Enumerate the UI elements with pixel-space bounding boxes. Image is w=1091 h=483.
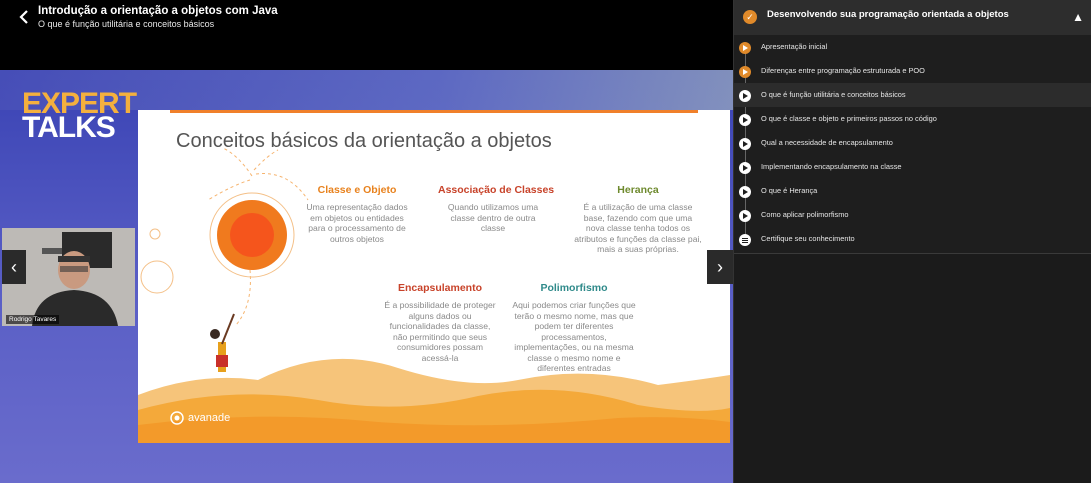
sidebar-divider	[734, 253, 1091, 254]
previous-slide-button[interactable]: ‹	[2, 250, 26, 284]
lesson-subtitle: O que é função utilitária e conceitos bá…	[38, 19, 215, 29]
next-slide-button[interactable]: ›	[707, 250, 733, 284]
concept-encapsulamento: Encapsulamento É a possibilidade de prot…	[384, 282, 496, 363]
module-title: Desenvolvendo sua programação orientada …	[767, 9, 1009, 20]
sun-illustration	[138, 147, 730, 443]
avanade-logo-text: avanade	[188, 412, 231, 424]
chevron-up-icon[interactable]: ▲	[1072, 10, 1084, 24]
lesson-label: O que é Herança	[761, 186, 818, 195]
concept-associacao-classes: Associação de Classes Quando utilizamos …	[438, 184, 555, 234]
play-icon	[739, 90, 751, 102]
concept-heranca: Herança É a utilização de uma classe bas…	[574, 184, 702, 255]
play-icon	[739, 66, 751, 78]
lesson-item[interactable]: Apresentação inicial	[734, 35, 1091, 59]
lesson-label: Implementando encapsulamento na classe	[761, 162, 902, 171]
concept-title: Classe e Objeto	[317, 184, 397, 196]
lesson-label: Certifique seu conhecimento	[761, 234, 855, 243]
concept-description: Quando utilizamos uma classe dentro de o…	[447, 202, 539, 233]
concept-polimorfismo: Polimorfismo Aqui podemos criar funções …	[510, 282, 638, 374]
chevron-left-icon	[19, 10, 28, 24]
module-header[interactable]: ✓ Desenvolvendo sua programação orientad…	[734, 0, 1091, 35]
play-icon	[739, 114, 751, 126]
lesson-label: O que é função utilitária e conceitos bá…	[761, 90, 906, 99]
lesson-label: Qual a necessidade de encapsulamento	[761, 138, 893, 147]
avanade-logo-icon	[170, 411, 184, 425]
lesson-label: O que é classe e objeto e primeiros pass…	[761, 114, 937, 123]
lesson-item-active[interactable]: O que é função utilitária e conceitos bá…	[734, 83, 1091, 107]
play-icon	[739, 42, 751, 54]
course-title: Introdução a orientação a objetos com Ja…	[38, 5, 278, 17]
lesson-label: Apresentação inicial	[761, 42, 828, 51]
play-icon	[739, 210, 751, 222]
course-sidebar: ✓ Desenvolvendo sua programação orientad…	[733, 0, 1091, 483]
concept-title: Associação de Classes	[438, 184, 555, 196]
lesson-item[interactable]: Diferenças entre programação estruturada…	[734, 59, 1091, 83]
concept-description: É a utilização de uma classe base, fazen…	[574, 202, 702, 254]
lesson-label: Como aplicar polimorfismo	[761, 210, 849, 219]
concept-description: Uma representação dados em objetos ou en…	[306, 202, 408, 244]
concept-title: Encapsulamento	[397, 282, 483, 294]
lesson-item[interactable]: O que é classe e objeto e primeiros pass…	[734, 107, 1091, 131]
check-circle-icon: ✓	[743, 10, 757, 24]
chevron-left-icon: ‹	[11, 256, 17, 277]
concept-title: Herança	[617, 184, 659, 196]
lesson-item[interactable]: Implementando encapsulamento na classe	[734, 155, 1091, 179]
lesson-item[interactable]: Qual a necessidade de encapsulamento	[734, 131, 1091, 155]
lesson-label: Diferenças entre programação estruturada…	[761, 66, 925, 75]
play-icon	[739, 138, 751, 150]
course-player: Introdução a orientação a objetos com Ja…	[0, 0, 1091, 483]
avanade-logo: avanade	[170, 411, 230, 425]
lesson-item[interactable]: Como aplicar polimorfismo	[734, 203, 1091, 227]
concept-description: É a possibilidade de proteger alguns dad…	[384, 300, 496, 363]
play-icon	[739, 186, 751, 198]
concept-description: Aqui podemos criar funções que terão o m…	[512, 300, 636, 373]
presenter-name-tag: Rodrigo Tavares	[6, 315, 60, 324]
concept-title: Polimorfismo	[540, 282, 608, 294]
quiz-list-icon	[739, 234, 751, 246]
presentation-slide: Conceitos básicos da orientação a objeto…	[138, 110, 730, 443]
video-player[interactable]: EXPERT TALKS Conceitos básicos da orient…	[0, 70, 733, 483]
play-icon	[739, 162, 751, 174]
player-header: Introdução a orientação a objetos com Ja…	[0, 0, 733, 35]
lesson-item[interactable]: Certifique seu conhecimento	[734, 227, 1091, 251]
lesson-list: Apresentação inicial Diferenças entre pr…	[734, 35, 1091, 253]
lesson-item[interactable]: O que é Herança	[734, 179, 1091, 203]
back-button[interactable]	[16, 8, 34, 26]
chevron-right-icon: ›	[717, 256, 723, 277]
concept-classe-objeto: Classe e Objeto Uma representação dados …	[302, 184, 412, 244]
brand-logo-talks: TALKS	[22, 111, 116, 144]
